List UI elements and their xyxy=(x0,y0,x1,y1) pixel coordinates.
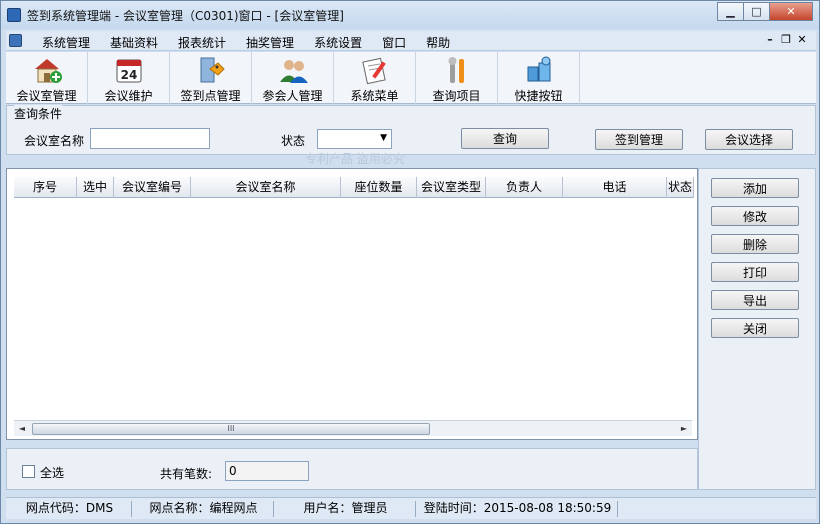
mdi-close-button[interactable]: ✕ xyxy=(794,33,810,46)
print-button[interactable]: 打印 xyxy=(711,262,799,282)
room-name-input[interactable] xyxy=(90,128,210,149)
checkin-management-button[interactable]: 签到管理 xyxy=(595,129,683,150)
toolbar: 会议室管理 24 会议维护 签到点管理 参会人管理 系统菜单 查询项目 快捷按钮 xyxy=(6,52,816,104)
menu-settings[interactable]: 系统设置 xyxy=(314,34,362,51)
toolbar-label: 参会人管理 xyxy=(262,89,323,103)
edit-button[interactable]: 修改 xyxy=(711,206,799,226)
select-all-label: 全选 xyxy=(40,466,65,480)
toolbar-label: 系统菜单 xyxy=(350,89,399,103)
column-header-seat-count[interactable]: 座位数量 xyxy=(341,177,417,198)
toolbar-label: 会议室管理 xyxy=(16,89,77,103)
menu-bar: 系统管理 基础资料 报表统计 抽奖管理 系统设置 窗口 帮助 – ❐ ✕ xyxy=(6,31,816,51)
mdi-minimize-button[interactable]: – xyxy=(762,33,778,46)
table-header: 序号 选中 会议室编号 会议室名称 座位数量 会议室类型 负责人 电话 状态 xyxy=(14,177,694,198)
column-header-room-type[interactable]: 会议室类型 xyxy=(417,177,486,198)
column-header-owner[interactable]: 负责人 xyxy=(486,177,563,198)
toolbar-query-items[interactable]: 查询项目 xyxy=(416,52,498,104)
door-walk-icon xyxy=(196,55,226,85)
total-count-label: 共有笔数: xyxy=(160,467,213,481)
app-icon xyxy=(7,8,21,22)
menu-lottery[interactable]: 抽奖管理 xyxy=(246,34,294,51)
horizontal-scrollbar[interactable]: ◄ III ► xyxy=(14,420,692,436)
cubes-icon xyxy=(524,55,554,85)
toolbar-meeting-maintenance[interactable]: 24 会议维护 xyxy=(88,52,170,104)
column-header-room-name[interactable]: 会议室名称 xyxy=(191,177,341,198)
close-window-button[interactable]: 关闭 xyxy=(711,318,799,338)
scroll-left-icon[interactable]: ◄ xyxy=(15,422,29,435)
select-all-checkbox[interactable] xyxy=(22,465,35,478)
menu-window[interactable]: 窗口 xyxy=(382,34,406,51)
mdi-restore-button[interactable]: ❐ xyxy=(778,33,794,46)
window-title: 签到系统管理端 - 会议室管理（C0301)窗口 - [会议室管理] xyxy=(27,9,344,23)
room-table: 序号 选中 会议室编号 会议室名称 座位数量 会议室类型 负责人 电话 状态 ◄… xyxy=(6,168,698,440)
add-button[interactable]: 添加 xyxy=(711,178,799,198)
menu-help[interactable]: 帮助 xyxy=(426,34,450,51)
column-header-selected[interactable]: 选中 xyxy=(77,177,114,198)
window-controls: ▁ □ ✕ xyxy=(717,2,813,21)
meeting-select-button[interactable]: 会议选择 xyxy=(705,129,793,150)
status-site-name: 网点名称：编程网点 xyxy=(134,501,274,517)
status-label: 状态 xyxy=(281,134,306,148)
room-name-label: 会议室名称 xyxy=(24,134,85,148)
toolbar-label: 查询项目 xyxy=(432,89,481,103)
column-header-phone[interactable]: 电话 xyxy=(563,177,667,198)
app-window: 签到系统管理端 - 会议室管理（C0301)窗口 - [会议室管理] ▁ □ ✕… xyxy=(0,0,820,524)
summary-panel: 全选 共有笔数: 0 xyxy=(6,448,698,490)
status-select[interactable]: ▼ xyxy=(317,129,392,149)
toolbar-room-management[interactable]: 会议室管理 xyxy=(6,52,88,104)
svg-text:24: 24 xyxy=(120,68,137,82)
toolbar-system-menu[interactable]: 系统菜单 xyxy=(334,52,416,104)
users-icon xyxy=(278,55,308,85)
scroll-right-icon[interactable]: ► xyxy=(677,422,691,435)
maximize-button[interactable]: □ xyxy=(743,2,770,21)
toolbar-label: 签到点管理 xyxy=(180,89,241,103)
notepad-pen-icon xyxy=(360,55,390,85)
status-login-time: 登陆时间：2015-08-08 18:50:59 xyxy=(418,501,618,517)
status-user: 用户名：管理员 xyxy=(276,501,416,517)
column-header-index[interactable]: 序号 xyxy=(14,177,77,198)
toolbar-attendee-management[interactable]: 参会人管理 xyxy=(252,52,334,104)
minimize-button[interactable]: ▁ xyxy=(717,2,744,21)
query-panel: 查询条件 会议室名称 状态 ▼ 查询 签到管理 会议选择 专利产品 盗用必究 xyxy=(6,105,816,166)
house-add-icon xyxy=(32,55,62,85)
close-button[interactable]: ✕ xyxy=(769,2,813,21)
total-count-field: 0 xyxy=(225,461,309,481)
toolbar-label: 快捷按钮 xyxy=(514,89,563,103)
query-panel-title: 查询条件 xyxy=(14,105,63,122)
query-button[interactable]: 查询 xyxy=(461,128,549,149)
column-header-room-code[interactable]: 会议室编号 xyxy=(114,177,191,198)
title-bar: 签到系统管理端 - 会议室管理（C0301)窗口 - [会议室管理] ▁ □ ✕ xyxy=(1,1,819,29)
mdi-child-icon[interactable] xyxy=(9,34,22,47)
column-header-status[interactable]: 状态 xyxy=(667,177,694,198)
scrollbar-thumb[interactable]: III xyxy=(32,423,430,435)
menu-system-management[interactable]: 系统管理 xyxy=(42,34,90,51)
export-button[interactable]: 导出 xyxy=(711,290,799,310)
toolbar-checkin-point[interactable]: 签到点管理 xyxy=(170,52,252,104)
calendar-icon: 24 xyxy=(114,55,144,85)
chevron-down-icon: ▼ xyxy=(380,133,387,143)
tools-icon xyxy=(442,55,472,85)
watermark-text: 专利产品 盗用必究 xyxy=(305,152,405,166)
status-site-code: 网点代码：DMS xyxy=(8,501,132,517)
action-panel: 添加 修改 删除 打印 导出 关闭 xyxy=(698,168,816,490)
toolbar-shortcut-buttons[interactable]: 快捷按钮 xyxy=(498,52,580,104)
status-bar: 网点代码：DMS 网点名称：编程网点 用户名：管理员 登陆时间：2015-08-… xyxy=(6,497,816,519)
toolbar-label: 会议维护 xyxy=(104,89,153,103)
menu-basic-data[interactable]: 基础资料 xyxy=(110,34,158,51)
delete-button[interactable]: 删除 xyxy=(711,234,799,254)
menu-reports[interactable]: 报表统计 xyxy=(178,34,226,51)
